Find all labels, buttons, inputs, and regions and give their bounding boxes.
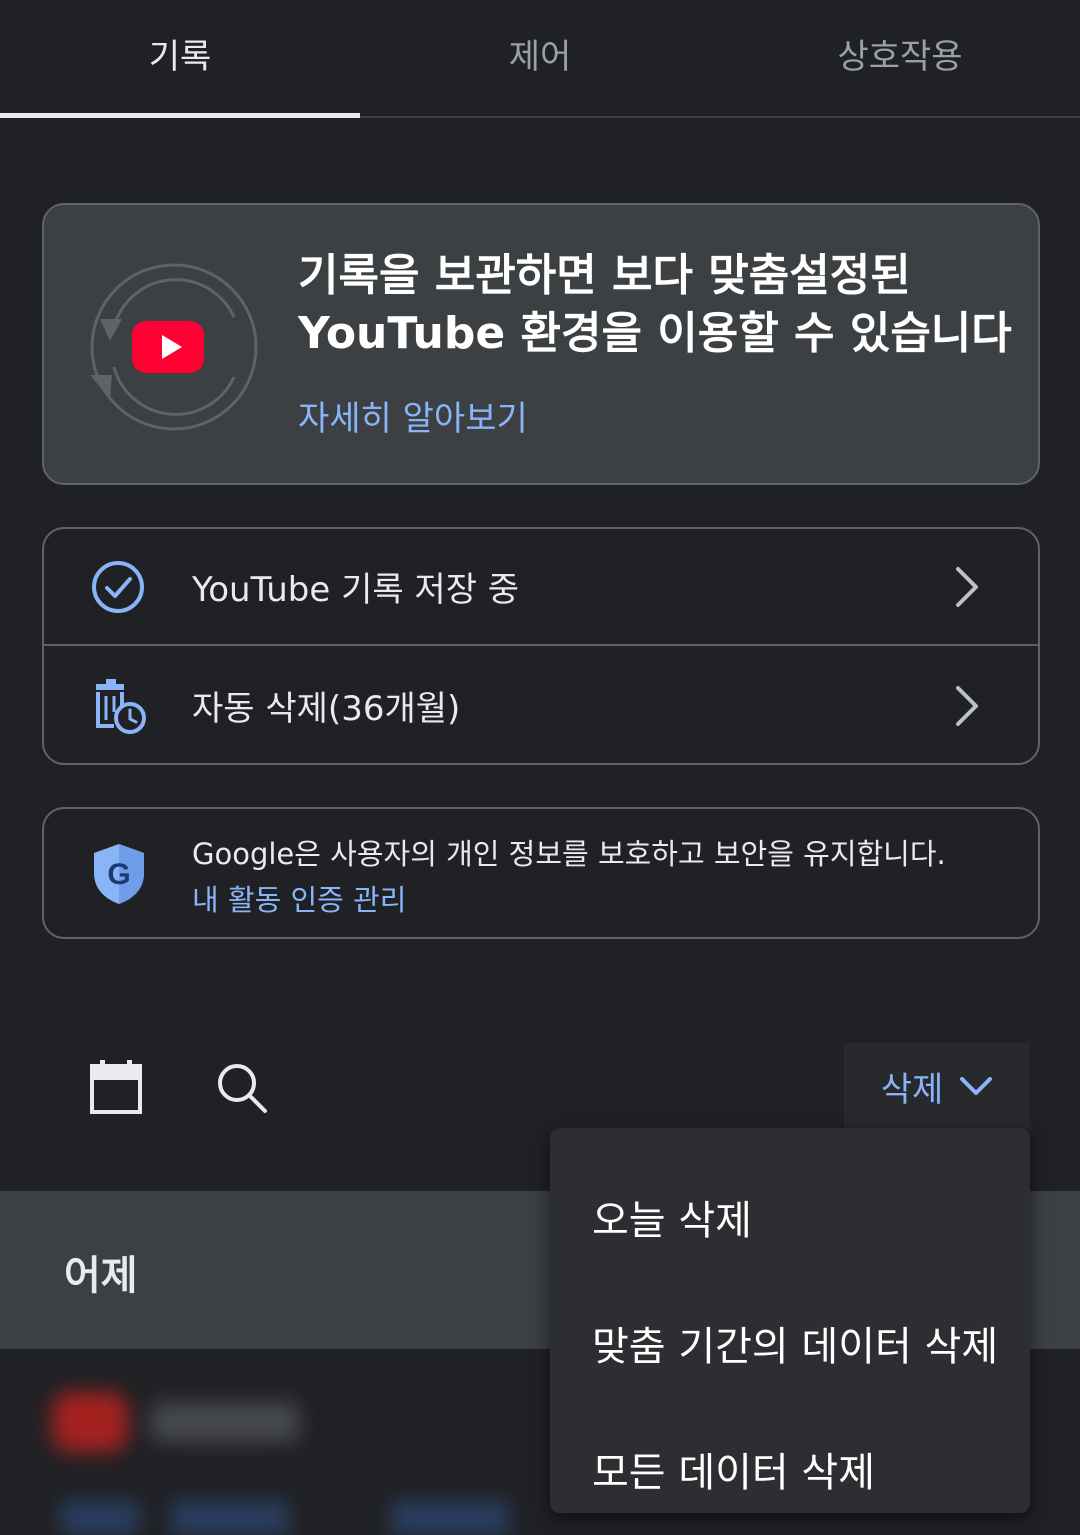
tab-controls-label: 제어: [508, 36, 572, 77]
day-label: 어제: [64, 1253, 138, 1299]
promo-title: 기록을 보관하면 보다 맞춤설정된 YouTube 환경을 이용할 수 있습니다: [298, 247, 1018, 363]
promo-title-line1: 기록을 보관하면 보다 맞춤설정된: [298, 250, 911, 301]
menu-item-delete-custom-range[interactable]: 맞춤 기간의 데이터 삭제: [592, 1314, 998, 1372]
setting-row-auto-delete[interactable]: 자동 삭제(36개월): [44, 647, 1038, 764]
chevron-right-icon: [956, 566, 978, 607]
delete-menu: 오늘 삭제 맞춤 기간의 데이터 삭제 모든 데이터 삭제: [550, 1128, 1030, 1513]
setting-row-history-saving[interactable]: YouTube 기록 저장 중: [44, 529, 1038, 646]
tab-history[interactable]: 기록: [0, 0, 360, 118]
google-shield-icon: G: [94, 844, 144, 904]
blurred-item-title: [150, 1402, 300, 1442]
blurred-detail: [390, 1500, 510, 1535]
search-icon[interactable]: [214, 1060, 270, 1116]
delete-button-label: 삭제: [880, 1069, 944, 1110]
blurred-detail: [60, 1500, 140, 1535]
calendar-icon[interactable]: [88, 1058, 144, 1116]
menu-item-delete-today[interactable]: 오늘 삭제: [592, 1188, 752, 1246]
privacy-card: G Google은 사용자의 개인 정보를 보호하고 보안을 유지합니다. 내 …: [42, 807, 1040, 939]
promo-title-line2: YouTube 환경을 이용할 수 있습니다: [298, 308, 1012, 359]
tab-bar: 기록 제어 상호작용: [0, 0, 1080, 118]
setting-label-history-saving: YouTube 기록 저장 중: [192, 570, 520, 610]
learn-more-link[interactable]: 자세히 알아보기: [298, 391, 528, 440]
setting-label-auto-delete: 자동 삭제(36개월): [192, 689, 461, 729]
tab-controls[interactable]: 제어: [360, 0, 720, 116]
privacy-text: Google은 사용자의 개인 정보를 보호하고 보안을 유지합니다.: [192, 837, 946, 871]
blurred-detail: [170, 1500, 290, 1535]
history-settings-card: YouTube 기록 저장 중 자동 삭제(36개월): [42, 527, 1040, 765]
chevron-down-icon: [960, 1077, 993, 1095]
menu-item-delete-all[interactable]: 모든 데이터 삭제: [592, 1440, 875, 1498]
delete-dropdown-button[interactable]: 삭제: [844, 1043, 1030, 1129]
svg-text:G: G: [107, 858, 130, 891]
tab-interactions[interactable]: 상호작용: [720, 0, 1080, 116]
tab-interactions-label: 상호작용: [837, 36, 963, 77]
auto-delete-icon: [96, 678, 146, 734]
chevron-right-icon: [956, 685, 978, 726]
tab-history-label: 기록: [148, 36, 212, 77]
promo-card: 기록을 보관하면 보다 맞춤설정된 YouTube 환경을 이용할 수 있습니다…: [42, 203, 1040, 485]
youtube-history-icon: [90, 263, 258, 431]
blurred-channel-logo: [52, 1392, 128, 1452]
activity-verification-link[interactable]: 내 활동 인증 관리: [192, 877, 406, 919]
check-circle-icon: [92, 560, 144, 613]
